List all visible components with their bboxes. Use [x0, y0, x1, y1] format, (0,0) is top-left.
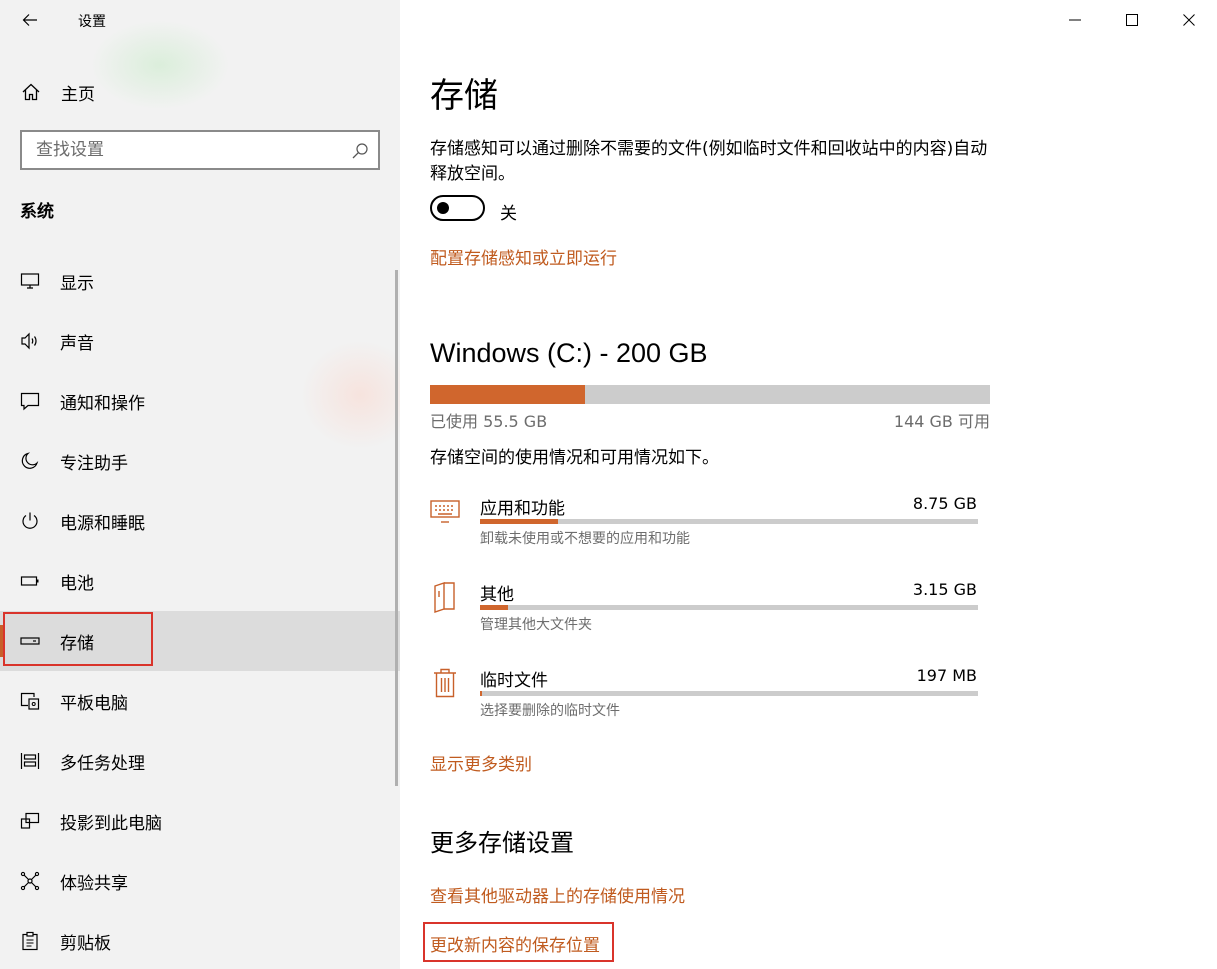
category-usage-fill — [480, 605, 508, 610]
sidebar-item-label: 主页 — [61, 84, 95, 105]
sidebar-item-clipboard[interactable]: 剪贴板 — [0, 911, 400, 969]
page-title: 存储 — [430, 76, 498, 116]
storage-sense-description: 存储感知可以通过删除不需要的文件(例如临时文件和回收站中的内容)自动释放空间。 — [430, 139, 988, 184]
usage-description: 存储空间的使用情况和可用情况如下。 — [430, 448, 719, 468]
sidebar-item-sound[interactable]: 声音 — [0, 311, 400, 371]
power-icon — [19, 510, 41, 532]
free-space-text: 144 GB 可用 — [893, 412, 990, 431]
notification-icon — [19, 390, 41, 412]
share-icon — [19, 870, 41, 892]
sidebar-nav: 显示 声音 通知和操作 专注助手 电源和睡眠 电池 存储 平板电脑 多任务处理 … — [0, 251, 400, 969]
moon-icon — [19, 450, 41, 472]
home-icon — [20, 81, 42, 103]
sidebar-item-project[interactable]: 投影到此电脑 — [0, 791, 400, 851]
category-subtitle: 选择要删除的临时文件 — [480, 703, 620, 719]
sidebar-item-label: 存储 — [60, 633, 94, 654]
sidebar-item-shared-experiences[interactable]: 体验共享 — [0, 851, 400, 911]
multitasking-icon — [19, 750, 41, 772]
monitor-icon — [19, 270, 41, 292]
category-size: 3.15 GB — [912, 580, 977, 599]
category-temp-files[interactable]: 临时文件 197 MB 选择要删除的临时文件 — [430, 666, 990, 736]
search-box[interactable] — [20, 130, 380, 170]
clipboard-icon — [19, 930, 41, 952]
sidebar-item-label: 剪贴板 — [60, 933, 111, 954]
sidebar-scrollbar[interactable] — [395, 270, 398, 786]
battery-icon — [19, 570, 41, 592]
drive-title: Windows (C:) - 200 GB — [430, 338, 708, 368]
folder-icon — [430, 580, 460, 614]
section-title: 系统 — [20, 202, 54, 222]
sidebar-item-label: 多任务处理 — [60, 753, 145, 774]
sidebar-item-label: 电池 — [60, 573, 94, 594]
toggle-knob — [437, 202, 449, 214]
speaker-icon — [19, 330, 41, 352]
sidebar-item-display[interactable]: 显示 — [0, 251, 400, 311]
category-usage-fill — [480, 691, 482, 696]
sidebar-item-notifications[interactable]: 通知和操作 — [0, 371, 400, 431]
category-usage-fill — [480, 519, 559, 524]
other-drives-usage-link[interactable]: 查看其他驱动器上的存储使用情况 — [430, 882, 685, 907]
sidebar-item-label: 专注助手 — [60, 453, 128, 474]
configure-storage-sense-link[interactable]: 配置存储感知或立即运行 — [430, 244, 617, 269]
selection-indicator — [0, 625, 5, 657]
used-space-text: 已使用 55.5 GB — [430, 412, 548, 431]
category-name: 临时文件 — [480, 671, 548, 691]
sidebar-item-label: 声音 — [60, 333, 94, 354]
category-subtitle: 管理其他大文件夹 — [480, 617, 592, 633]
category-apps-features[interactable]: 应用和功能 8.75 GB 卸载未使用或不想要的应用和功能 — [430, 494, 990, 564]
sidebar-item-battery[interactable]: 电池 — [0, 551, 400, 611]
back-button[interactable] — [16, 6, 44, 34]
sidebar-item-power-sleep[interactable]: 电源和睡眠 — [0, 491, 400, 551]
sidebar-item-label: 投影到此电脑 — [60, 813, 162, 834]
more-storage-settings-title: 更多存储设置 — [430, 829, 574, 857]
category-name: 其他 — [480, 585, 514, 605]
search-icon[interactable] — [350, 141, 370, 161]
main-content: 存储 存储感知可以通过删除不需要的文件(例如临时文件和回收站中的内容)自动释放空… — [423, 0, 1190, 969]
category-other[interactable]: 其他 3.15 GB 管理其他大文件夹 — [430, 580, 990, 650]
sidebar-item-multitasking[interactable]: 多任务处理 — [0, 731, 400, 791]
keyboard-icon — [430, 494, 460, 528]
category-name: 应用和功能 — [480, 499, 565, 519]
sidebar-item-focus-assist[interactable]: 专注助手 — [0, 431, 400, 491]
category-usage-bar — [480, 519, 978, 524]
search-input[interactable] — [22, 140, 342, 160]
category-usage-bar — [480, 691, 978, 696]
category-size: 8.75 GB — [912, 494, 977, 513]
sidebar-item-label: 体验共享 — [60, 873, 128, 894]
category-size: 197 MB — [916, 666, 977, 685]
sidebar: 设置 主页 系统 显示 声音 通知和操作 — [0, 0, 400, 969]
show-more-categories-link[interactable]: 显示更多类别 — [430, 750, 532, 775]
sidebar-item-label: 电源和睡眠 — [60, 513, 145, 534]
sidebar-item-tablet[interactable]: 平板电脑 — [0, 671, 400, 731]
sidebar-item-label: 通知和操作 — [60, 393, 145, 414]
back-arrow-icon — [22, 14, 37, 26]
storage-sense-toggle[interactable] — [430, 195, 485, 221]
app-title: 设置 — [78, 14, 106, 30]
trash-icon — [430, 666, 460, 700]
sidebar-item-label: 显示 — [60, 273, 94, 294]
sidebar-item-home[interactable]: 主页 — [0, 72, 400, 112]
sidebar-item-storage[interactable]: 存储 — [0, 611, 400, 671]
sidebar-item-label: 平板电脑 — [60, 693, 128, 714]
tablet-icon — [19, 690, 41, 712]
toggle-state-label: 关 — [500, 204, 517, 224]
drive-usage-bar — [430, 385, 990, 404]
category-usage-bar — [480, 605, 978, 610]
storage-drive-icon — [19, 630, 41, 652]
drive-usage-fill — [430, 385, 586, 404]
change-save-location-link[interactable]: 更改新内容的保存位置 — [430, 931, 600, 956]
project-icon — [19, 810, 41, 832]
category-subtitle: 卸载未使用或不想要的应用和功能 — [480, 531, 690, 547]
